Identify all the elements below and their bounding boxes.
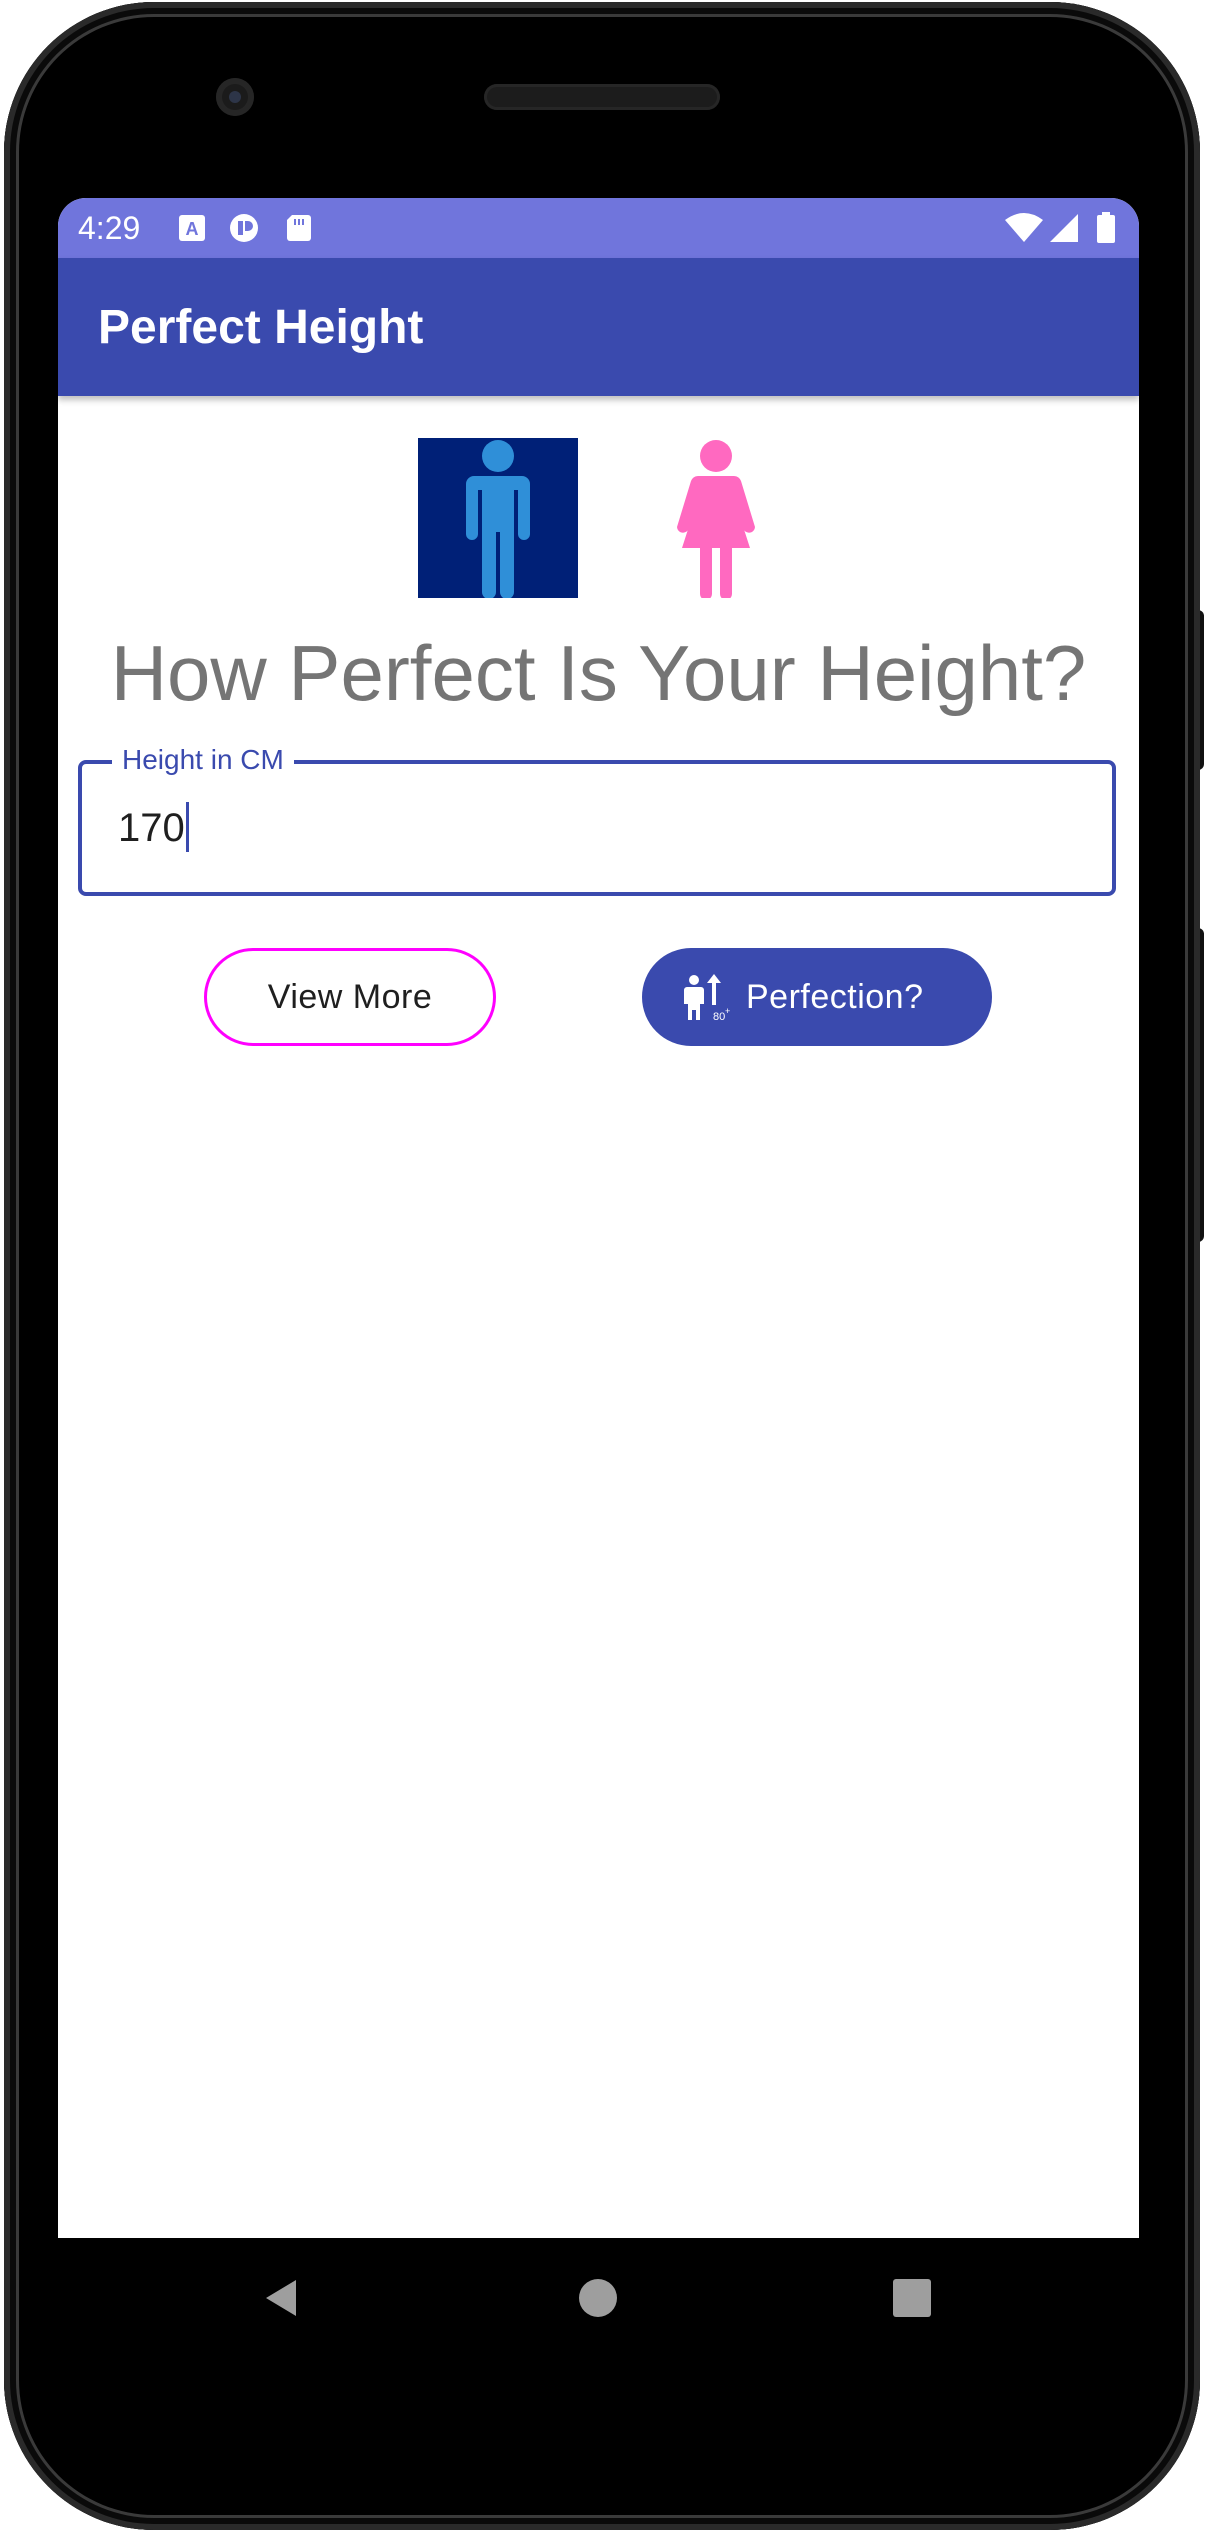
front-camera bbox=[216, 78, 254, 116]
svg-text:A: A bbox=[186, 219, 199, 239]
female-option[interactable] bbox=[636, 438, 796, 600]
device-canvas: 4:29 A Perfect Height How Perfect Is You… bbox=[0, 0, 1206, 2533]
font-notification-icon: A bbox=[179, 215, 205, 241]
recents-icon[interactable] bbox=[888, 2274, 936, 2322]
male-option[interactable] bbox=[418, 438, 578, 599]
perfection-button-label: Perfection? bbox=[746, 978, 924, 1016]
back-icon[interactable] bbox=[258, 2274, 306, 2322]
height-input[interactable]: 170 bbox=[118, 802, 189, 855]
wifi-icon bbox=[1005, 213, 1043, 242]
earpiece-speaker bbox=[484, 84, 720, 110]
app-screen: 4:29 A Perfect Height How Perfect Is You… bbox=[58, 198, 1139, 2238]
cell-signal-icon bbox=[1050, 214, 1078, 242]
height-field-label: Height in CM bbox=[112, 742, 294, 778]
svg-text:80: 80 bbox=[713, 1011, 725, 1022]
height-value: 170 bbox=[118, 806, 185, 850]
headline: How Perfect Is Your Height? bbox=[110, 629, 1087, 717]
male-person-icon bbox=[466, 440, 530, 599]
perfection-button[interactable]: 80 + Perfection? bbox=[642, 948, 992, 1046]
sd-card-icon bbox=[287, 215, 311, 241]
status-bar: 4:29 A bbox=[58, 198, 1139, 258]
view-more-button[interactable]: View More bbox=[204, 948, 496, 1046]
record-icon bbox=[230, 214, 258, 242]
home-icon[interactable] bbox=[574, 2274, 622, 2322]
battery-icon bbox=[1097, 212, 1115, 243]
app-bar: Perfect Height bbox=[58, 258, 1139, 396]
text-cursor bbox=[185, 802, 189, 853]
female-person-icon bbox=[677, 440, 755, 600]
height-input-field[interactable]: Height in CM 170 bbox=[78, 742, 1116, 896]
height-measure-icon: 80 + bbox=[684, 974, 730, 1022]
status-time: 4:29 bbox=[78, 210, 141, 246]
svg-text:+: + bbox=[725, 1006, 730, 1016]
app-title: Perfect Height bbox=[98, 301, 424, 354]
navigation-bar bbox=[58, 2238, 1139, 2358]
